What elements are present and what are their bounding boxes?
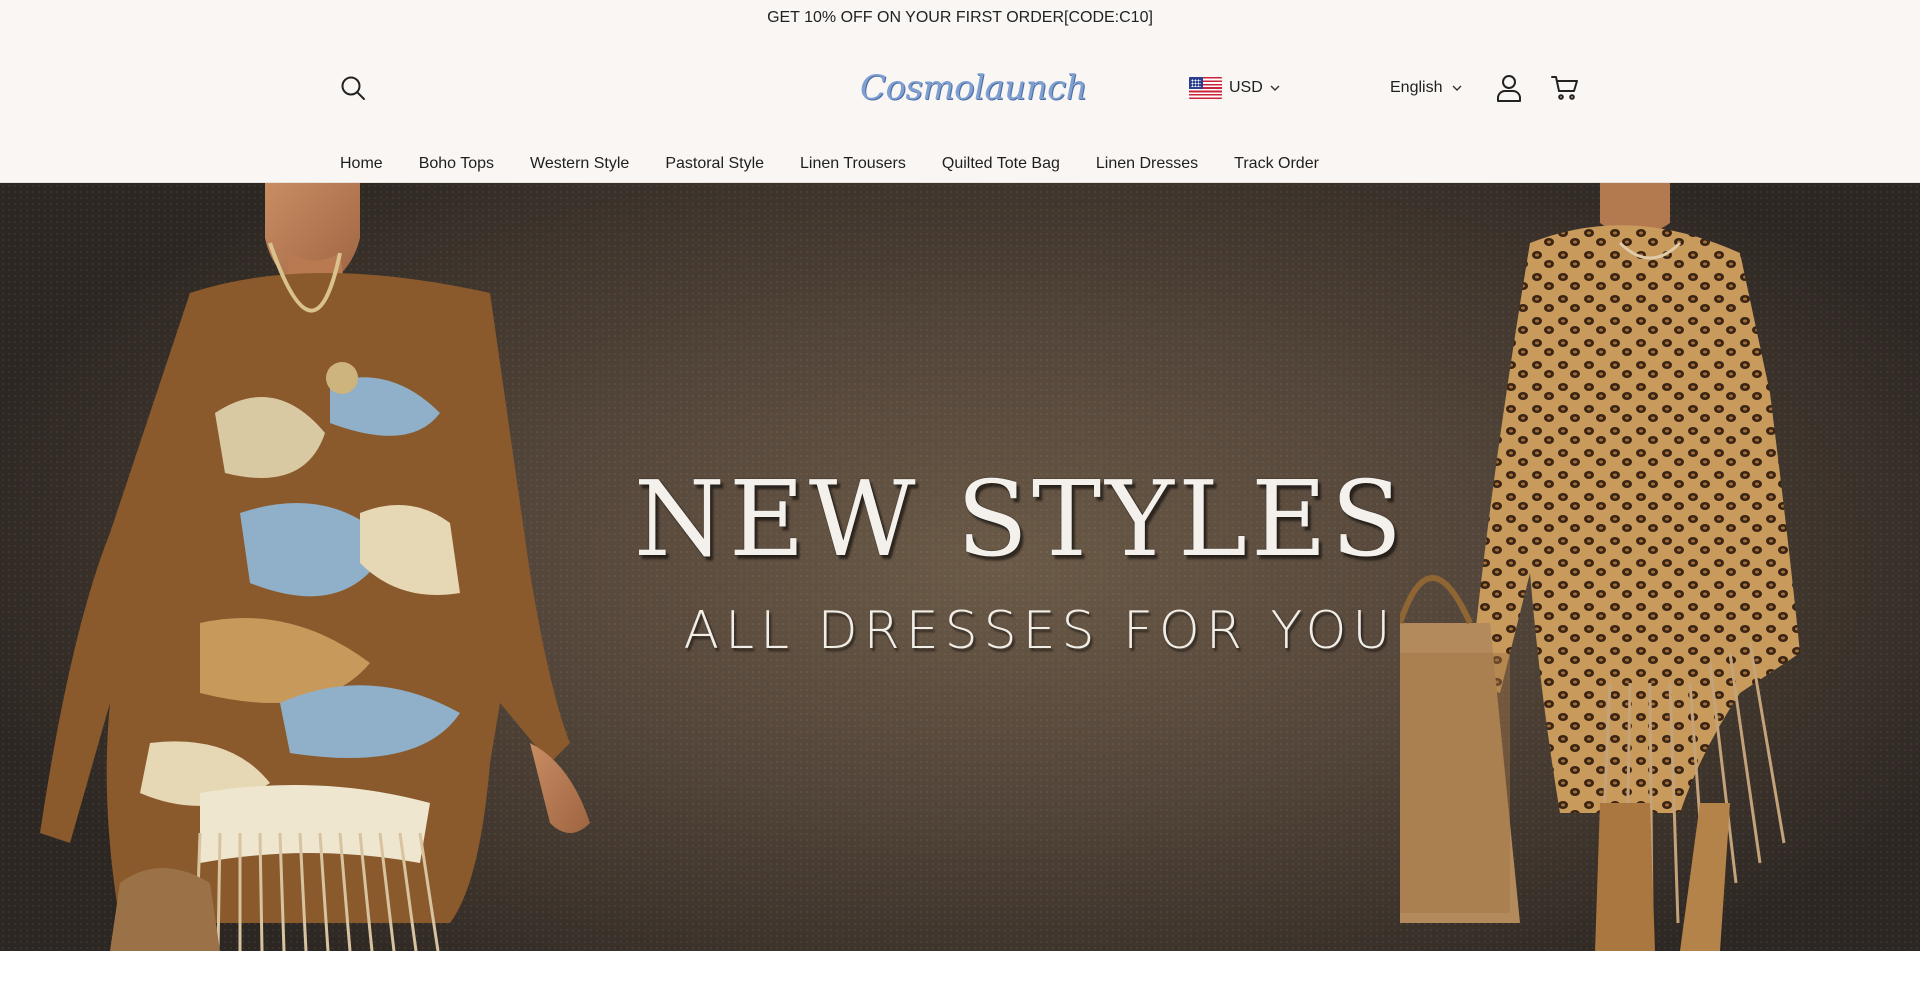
announcement-bar: GET 10% OFF ON YOUR FIRST ORDER[CODE:C10… bbox=[0, 0, 1920, 36]
nav-item-pastoral-style[interactable]: Pastoral Style bbox=[665, 155, 764, 173]
cart-button[interactable] bbox=[1550, 72, 1580, 104]
search-button[interactable] bbox=[338, 72, 368, 104]
chevron-down-icon bbox=[1270, 83, 1280, 93]
chevron-down-icon bbox=[1452, 83, 1462, 93]
nav-item-linen-dresses[interactable]: Linen Dresses bbox=[1096, 155, 1198, 173]
nav-item-track-order[interactable]: Track Order bbox=[1234, 155, 1319, 173]
hero-banner[interactable]: NEW STYLES ALL DRESSES FOR YOU bbox=[0, 183, 1920, 951]
announcement-text: GET 10% OFF ON YOUR FIRST ORDER[CODE:C10… bbox=[767, 9, 1153, 26]
site-header: Cosmolaunch USD English Home Boho Tops W… bbox=[0, 36, 1920, 183]
nav-item-quilted-tote-bag[interactable]: Quilted Tote Bag bbox=[942, 155, 1060, 173]
account-button[interactable] bbox=[1494, 72, 1524, 104]
currency-code: USD bbox=[1229, 79, 1263, 96]
cart-icon bbox=[1551, 76, 1578, 100]
us-flag-icon bbox=[1189, 77, 1222, 99]
hero-headline: NEW STYLES bbox=[633, 458, 1407, 580]
user-icon bbox=[1497, 75, 1521, 102]
nav-item-western-style[interactable]: Western Style bbox=[530, 155, 629, 173]
hero-subheadline: ALL DRESSES FOR YOU bbox=[683, 601, 1397, 661]
search-icon bbox=[341, 76, 365, 100]
nav-item-boho-tops[interactable]: Boho Tops bbox=[419, 155, 494, 173]
main-nav: Home Boho Tops Western Style Pastoral St… bbox=[340, 144, 1319, 184]
nav-item-home[interactable]: Home bbox=[340, 155, 383, 173]
model-left-image bbox=[40, 183, 590, 951]
nav-item-linen-trousers[interactable]: Linen Trousers bbox=[800, 155, 906, 173]
currency-selector[interactable]: USD bbox=[1189, 76, 1280, 100]
language-label: English bbox=[1390, 79, 1443, 96]
site-logo[interactable]: Cosmolaunch bbox=[860, 66, 1088, 110]
language-selector[interactable]: English bbox=[1390, 76, 1462, 100]
